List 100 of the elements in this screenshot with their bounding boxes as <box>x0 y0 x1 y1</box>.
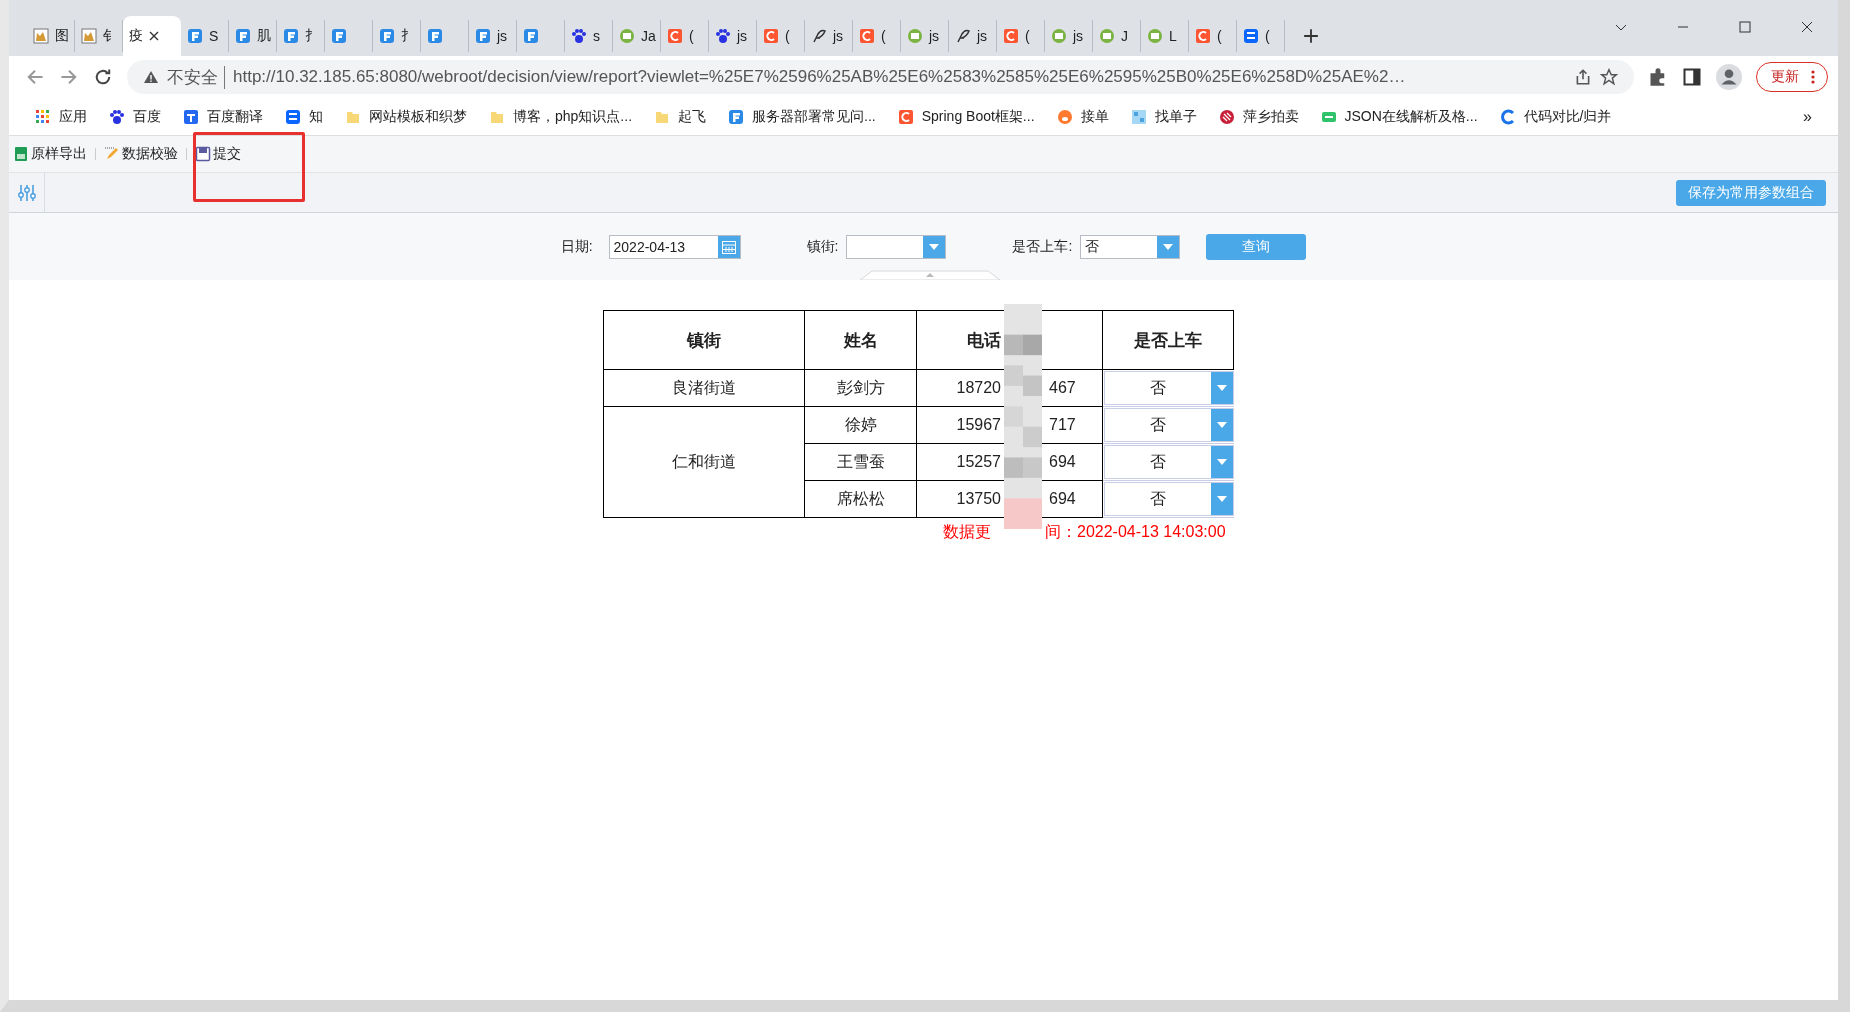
side-panel-icon[interactable] <box>1682 67 1702 87</box>
close-icon[interactable] <box>1800 20 1814 34</box>
column-header: 电话 <box>966 329 1001 352</box>
paw-icon <box>109 108 125 125</box>
code-icon <box>907 28 923 44</box>
browser-tab[interactable]: ( <box>661 20 709 52</box>
select-field[interactable]: 否 <box>1080 234 1181 259</box>
table-cell: 良渚街道 <box>603 369 805 407</box>
browser-tab[interactable]: js <box>949 20 997 52</box>
table-cell: 仁和街道 <box>603 406 805 518</box>
column-header: 姓名 <box>804 310 917 370</box>
bookmark[interactable]: 找单子 <box>1130 107 1197 126</box>
select-field[interactable]: 否 <box>1104 445 1234 479</box>
back-icon[interactable] <box>25 67 45 87</box>
toolbar-button[interactable]: 提交 <box>195 145 241 163</box>
field-label: 镇街: <box>806 237 839 256</box>
bookmark[interactable]: JSON在线解析及格... <box>1320 107 1478 126</box>
browser-tab[interactable]: 肌 <box>229 20 277 52</box>
logo-icon <box>859 28 875 44</box>
bookmark[interactable]: 应用 <box>35 107 87 126</box>
forward-icon[interactable] <box>59 67 79 87</box>
logo-icon <box>667 28 683 44</box>
save-icon <box>195 146 211 162</box>
browser-tab[interactable]: js <box>901 20 949 52</box>
collapse-handle[interactable] <box>860 270 1000 280</box>
dropdown-arrow-icon <box>929 243 940 250</box>
browser-tab[interactable]: 钅 <box>75 20 123 52</box>
grid-icon <box>1130 108 1147 125</box>
select-field[interactable]: 否 <box>1104 408 1234 442</box>
browser-tab[interactable]: Ja <box>613 20 661 52</box>
star-icon[interactable] <box>1600 68 1618 86</box>
browser-tab[interactable]: s <box>565 20 613 52</box>
code-icon <box>619 28 635 44</box>
logo-icon <box>187 28 203 44</box>
code-icon <box>1147 28 1163 44</box>
phone-text: 694 <box>1049 453 1076 471</box>
bookmark[interactable]: 博客，php知识点... <box>489 107 633 126</box>
browser-tab[interactable]: 疫 <box>123 16 181 56</box>
phone-text: 694 <box>1049 490 1076 508</box>
spreadsheet-icon <box>13 146 29 162</box>
toolbar-button[interactable]: 原样导出 <box>13 145 87 163</box>
browser-tab[interactable]: 扌 <box>277 20 325 52</box>
feather-icon <box>811 28 827 44</box>
cat-icon <box>81 28 97 44</box>
apps-icon <box>35 108 51 125</box>
bookmark[interactable]: 服务器部署常见问... <box>728 107 876 126</box>
bookmark[interactable]: 网站模板和织梦 <box>345 107 467 126</box>
feather-icon <box>955 28 971 44</box>
bookmark[interactable]: 百度 <box>109 107 161 126</box>
logo-icon <box>283 28 299 44</box>
new-tab-icon[interactable] <box>1303 28 1319 44</box>
browser-tab[interactable]: js <box>1045 20 1093 52</box>
calendar-icon[interactable] <box>720 238 737 255</box>
table-cell: 王雪蚕 <box>804 443 917 481</box>
browser-tab[interactable]: 扌 <box>373 20 421 52</box>
more-bookmarks[interactable]: » <box>1803 107 1812 126</box>
profile-icon[interactable] <box>1716 64 1742 90</box>
pencil-icon <box>104 146 120 162</box>
browser-tab[interactable]: ( <box>997 20 1045 52</box>
cat-icon <box>33 28 49 44</box>
browser-tab[interactable]: 图 <box>27 20 75 52</box>
date-field[interactable]: 2022-04-13 <box>608 234 741 259</box>
close-icon[interactable] <box>149 31 159 41</box>
browser-tab[interactable]: L <box>1141 20 1189 52</box>
toolbar-button[interactable]: 数据校验 <box>104 145 178 163</box>
browser-tab[interactable]: ( <box>853 20 901 52</box>
bookmark[interactable]: 代码对比/归并 <box>1499 107 1612 126</box>
bookmark[interactable]: Spring Boot框架... <box>897 107 1035 126</box>
logo-icon <box>1218 108 1235 125</box>
select-field[interactable]: 否 <box>1104 371 1234 405</box>
table-cell: 席松松 <box>804 480 917 518</box>
bookmark[interactable]: 知 <box>285 107 323 126</box>
browser-tab[interactable]: S <box>181 20 229 52</box>
browser-tab[interactable]: ( <box>1237 20 1285 52</box>
browser-tab[interactable]: js <box>805 20 853 52</box>
logo-icon <box>1195 28 1211 44</box>
bookmark[interactable]: 萍乡拍卖 <box>1218 107 1299 126</box>
pig-icon <box>1056 108 1073 125</box>
address-bar[interactable]: 不安全 http://10.32.185.65:8080/webroot/decision/view/report?viewlet=%25E7%2596%25AB%25E6%2583%2585%25E6%2595%25B0%25E6%258D%25AE%2… <box>127 60 1634 94</box>
browser-tab[interactable]: J <box>1093 20 1141 52</box>
browser-tab[interactable]: js <box>469 20 517 52</box>
reload-icon[interactable] <box>93 67 113 87</box>
paw-icon <box>571 28 587 44</box>
browser-tab[interactable]: ( <box>757 20 805 52</box>
phone-text: 18720 <box>955 379 1001 397</box>
bookmark[interactable]: 接单 <box>1056 107 1109 126</box>
browser-tab[interactable]: js <box>709 20 757 52</box>
bookmark[interactable]: 起飞 <box>654 107 707 126</box>
maximize-icon[interactable] <box>1738 20 1752 34</box>
table-cell: 徐婷 <box>804 406 917 444</box>
browser-tab[interactable]: ( <box>1189 20 1237 52</box>
select-field[interactable]: 否 <box>1104 482 1234 516</box>
logo-icon <box>285 108 301 125</box>
column-header: 是否上车 <box>1102 310 1234 370</box>
share-icon[interactable] <box>1574 68 1592 86</box>
update-button[interactable]: 更新 <box>1756 62 1828 92</box>
dropdown-arrow-icon <box>1216 422 1227 428</box>
bookmark[interactable]: 百度翻译 <box>183 107 263 126</box>
town-select[interactable] <box>846 234 947 259</box>
dropdown-arrow-icon <box>1216 459 1227 465</box>
